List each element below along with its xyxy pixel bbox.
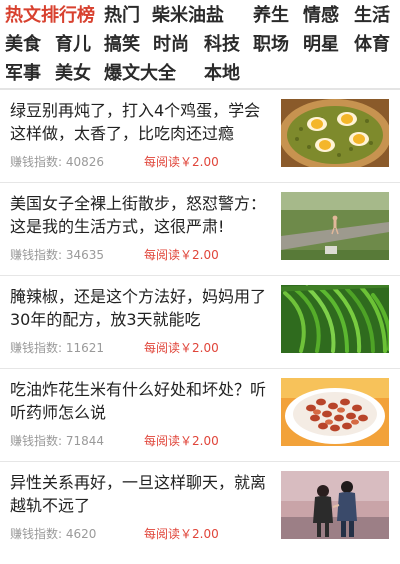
reward-per-read: 每阅读￥2.00 [144,341,219,355]
tab-emotion[interactable]: 情感 [303,1,339,31]
article-list: 绿豆别再炖了，打入4个鸡蛋，学会这样做，太香了，比吃肉还过瘾 赚钱指数: 408… [0,90,400,555]
article-meta: 赚钱指数: 11621 每阅读￥2.00 [10,341,219,355]
earning-index-value: 71844 [65,434,105,448]
article-item[interactable]: 美国女子全裸上街散步，怒怼警方：这是我的生活方式，这很严肃! 赚钱指数: 346… [0,183,400,276]
earning-index-value: 40826 [65,155,105,169]
earning-index-value: 4620 [65,527,97,541]
eggs-in-pot-image[interactable] [281,99,389,167]
nav-row-1: 热文排行榜 热门 柴米油盐 养生 情感 生活 [0,1,400,31]
article-title[interactable]: 绿豆别再炖了，打入4个鸡蛋，学会这样做，太香了，比吃肉还过瘾 [10,99,270,145]
reward-per-read: 每阅读￥2.00 [144,248,219,262]
article-title[interactable]: 美国女子全裸上街散步，怒怼警方：这是我的生活方式，这很严肃! [10,192,270,238]
article-meta: 赚钱指数: 71844 每阅读￥2.00 [10,434,219,448]
tab-local[interactable]: 本地 [204,59,240,89]
earning-index-label: 赚钱指数: [10,527,63,541]
article-item[interactable]: 吃油炸花生米有什么好处和坏处？听听药师怎么说 赚钱指数: 71844 每阅读￥2… [0,369,400,462]
fried-peanuts-image[interactable] [281,378,389,446]
earning-index-value: 34635 [65,248,105,262]
tab-fashion[interactable]: 时尚 [153,30,189,60]
tab-beauty[interactable]: 美女 [55,59,91,89]
nav-row-2: 美食 育儿 搞笑 时尚 科技 职场 明星 体育 [0,30,400,60]
nav-row-3: 军事 美女 爆文大全 本地 [0,59,400,89]
article-item[interactable]: 腌辣椒，还是这个方法好，妈妈用了30年的配方，放3天就能吃 赚钱指数: 1162… [0,276,400,369]
earning-index-label: 赚钱指数: [10,434,63,448]
reward-per-read: 每阅读￥2.00 [144,527,219,541]
article-title[interactable]: 异性关系再好，一旦这样聊天，就离越轨不远了 [10,471,270,517]
tab-hot[interactable]: 热门 [104,1,140,31]
earning-index-value: 11621 [65,341,105,355]
green-peppers-image[interactable] [281,285,389,353]
article-item[interactable]: 绿豆别再炖了，打入4个鸡蛋，学会这样做，太香了，比吃肉还过瘾 赚钱指数: 408… [0,90,400,183]
couple-walking-image[interactable] [281,471,389,539]
earning-index-label: 赚钱指数: [10,155,63,169]
tab-food[interactable]: 美食 [5,30,41,60]
reward-per-read: 每阅读￥2.00 [144,434,219,448]
article-title[interactable]: 吃油炸花生米有什么好处和坏处？听听药师怎么说 [10,378,270,424]
tab-celebrity[interactable]: 明星 [303,30,339,60]
tab-sports[interactable]: 体育 [354,30,390,60]
woman-walking-road-image[interactable] [281,192,389,260]
article-meta: 赚钱指数: 4620 每阅读￥2.00 [10,527,219,541]
tab-military[interactable]: 军事 [5,59,41,89]
tab-workplace[interactable]: 职场 [253,30,289,60]
tab-health[interactable]: 养生 [253,1,289,31]
category-nav: 热文排行榜 热门 柴米油盐 养生 情感 生活 美食 育儿 搞笑 时尚 科技 职场… [0,0,400,90]
earning-index-label: 赚钱指数: [10,248,63,262]
earning-index-label: 赚钱指数: [10,341,63,355]
tab-life[interactable]: 生活 [354,1,390,31]
tab-parenting[interactable]: 育儿 [55,30,91,60]
article-item[interactable]: 异性关系再好，一旦这样聊天，就离越轨不远了 赚钱指数: 4620 每阅读￥2.0… [0,462,400,555]
tab-funny[interactable]: 搞笑 [104,30,140,60]
tab-daily-life[interactable]: 柴米油盐 [152,1,224,31]
article-meta: 赚钱指数: 40826 每阅读￥2.00 [10,155,219,169]
tab-tech[interactable]: 科技 [204,30,240,60]
tab-hot-ranking[interactable]: 热文排行榜 [5,1,95,31]
reward-per-read: 每阅读￥2.00 [144,155,219,169]
tab-viral-collection[interactable]: 爆文大全 [104,59,176,89]
article-title[interactable]: 腌辣椒，还是这个方法好，妈妈用了30年的配方，放3天就能吃 [10,285,270,331]
article-meta: 赚钱指数: 34635 每阅读￥2.00 [10,248,219,262]
